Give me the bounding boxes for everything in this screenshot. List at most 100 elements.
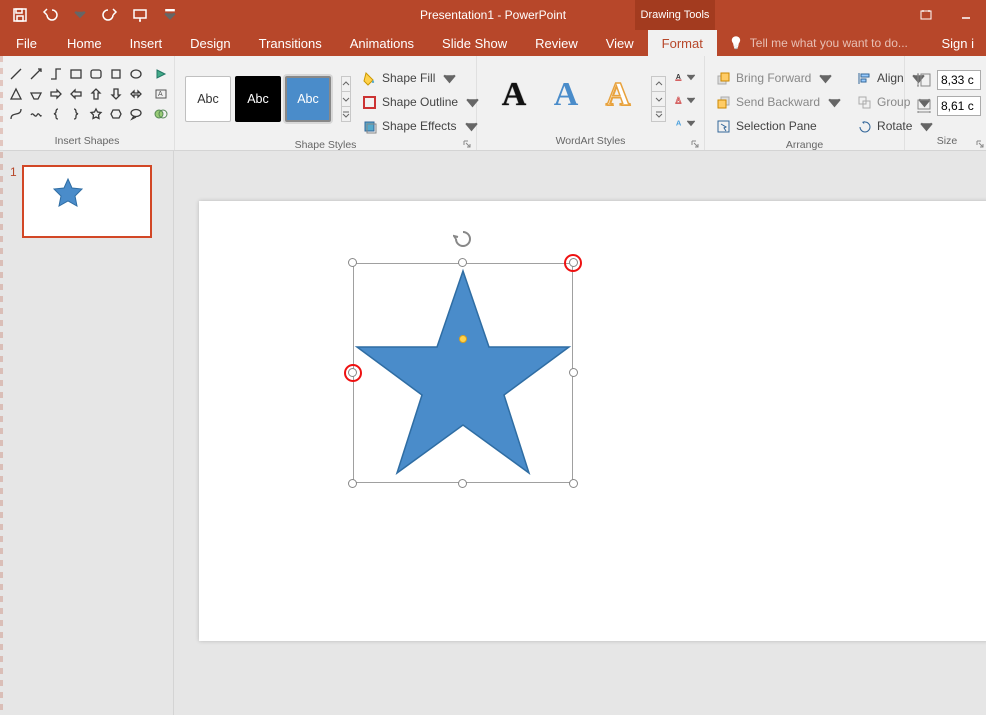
tab-slideshow[interactable]: Slide Show — [428, 30, 521, 56]
dialog-launcher-icon[interactable] — [975, 136, 986, 148]
group-size: 8,33 c 8,61 c Size — [905, 56, 986, 150]
shape-arrow-up-icon[interactable] — [86, 84, 105, 103]
merge-shapes-button[interactable] — [151, 104, 170, 123]
slide-thumbnail[interactable] — [22, 165, 152, 238]
selection-pane-button[interactable]: Selection Pane — [713, 114, 845, 138]
dialog-launcher-icon[interactable] — [462, 136, 474, 148]
shape-arrow-left-icon[interactable] — [66, 84, 85, 103]
resize-handle-tl[interactable] — [348, 258, 357, 267]
slide-canvas[interactable] — [199, 201, 986, 641]
shape-callout-icon[interactable] — [126, 104, 145, 123]
selected-shape[interactable] — [353, 263, 573, 483]
text-box-button[interactable]: A — [151, 84, 170, 103]
tab-animations[interactable]: Animations — [336, 30, 428, 56]
width-control[interactable]: 8,61 c — [915, 96, 981, 116]
redo-button[interactable] — [96, 1, 124, 29]
resize-handle-tc[interactable] — [458, 258, 467, 267]
shape-fill-button[interactable]: Shape Fill — [359, 66, 483, 90]
shape-roundrect-icon[interactable] — [86, 64, 105, 83]
tab-design[interactable]: Design — [176, 30, 244, 56]
height-input[interactable]: 8,33 c — [937, 70, 981, 90]
gallery-down-icon[interactable] — [652, 92, 665, 107]
start-slideshow-button[interactable] — [126, 1, 154, 29]
shape-style-gallery[interactable]: Abc Abc Abc — [179, 62, 337, 122]
rotation-handle[interactable] — [453, 229, 473, 249]
shape-rect-icon[interactable] — [66, 64, 85, 83]
shape-curve-icon[interactable] — [6, 104, 25, 123]
text-fill-button[interactable]: A — [674, 66, 696, 88]
text-outline-button[interactable]: A — [674, 89, 696, 111]
star-shape[interactable] — [353, 263, 573, 483]
shape-star-icon[interactable] — [86, 104, 105, 123]
shape-oval-icon[interactable] — [126, 64, 145, 83]
gallery-more-icon[interactable] — [342, 107, 350, 121]
style-preset-3[interactable]: Abc — [285, 76, 331, 122]
undo-dropdown[interactable] — [66, 1, 94, 29]
gallery-more-icon[interactable] — [652, 107, 665, 121]
tab-home[interactable]: Home — [53, 30, 116, 56]
shape-brace-right-icon[interactable] — [66, 104, 85, 123]
shape-brace-left-icon[interactable] — [46, 104, 65, 123]
shape-diamond-icon[interactable] — [26, 84, 45, 103]
wordart-scroll[interactable] — [651, 76, 666, 122]
edit-shape-button[interactable] — [151, 64, 170, 83]
shape-wave-icon[interactable] — [26, 104, 45, 123]
text-effects-button[interactable]: A — [674, 112, 696, 134]
tab-review[interactable]: Review — [521, 30, 592, 56]
adjustment-handle[interactable] — [459, 335, 467, 343]
gallery-up-icon[interactable] — [342, 77, 350, 92]
qat-customize[interactable] — [156, 1, 184, 29]
resize-handle-mr[interactable] — [569, 368, 578, 377]
shape-arrow-leftright-icon[interactable] — [126, 84, 145, 103]
resize-handle-br[interactable] — [569, 479, 578, 488]
signin-link[interactable]: Sign i — [929, 30, 986, 56]
height-control[interactable]: 8,33 c — [915, 70, 981, 90]
tab-format[interactable]: Format — [648, 30, 717, 56]
tab-file[interactable]: File — [0, 30, 53, 56]
send-backward-button[interactable]: Send Backward — [713, 90, 845, 114]
annotation-ring-2 — [344, 364, 362, 382]
undo-button[interactable] — [36, 1, 64, 29]
shapes-gallery[interactable] — [4, 62, 147, 125]
shape-triangle-icon[interactable] — [6, 84, 25, 103]
ribbon-options-button[interactable] — [906, 0, 946, 30]
gallery-up-icon[interactable] — [652, 77, 665, 92]
slide-edit-area[interactable] — [174, 151, 986, 715]
align-label: Align — [877, 71, 904, 85]
bring-forward-button[interactable]: Bring Forward — [713, 66, 845, 90]
shape-hexagon-icon[interactable] — [106, 104, 125, 123]
wordart-preset-1[interactable]: A — [493, 76, 535, 114]
group-wordart-styles: A A A A A A WordArt Styles — [477, 56, 705, 150]
shape-fill-label: Shape Fill — [382, 71, 435, 85]
tell-me-search[interactable]: Tell me what you want to do... — [717, 30, 930, 56]
shape-line-arrow-icon[interactable] — [26, 64, 45, 83]
slide-number: 1 — [10, 165, 17, 238]
save-button[interactable] — [6, 1, 34, 29]
wordart-preset-3[interactable]: A — [597, 76, 639, 114]
wordart-gallery[interactable]: A A A — [481, 62, 647, 114]
shape-outline-button[interactable]: Shape Outline — [359, 90, 483, 114]
group-shape-styles: Abc Abc Abc Shape Fill Shape Outline — [175, 56, 477, 150]
titlebar: Presentation1 - PowerPoint Drawing Tools — [0, 0, 986, 30]
group-arrange: Bring Forward Send Backward Selection Pa… — [705, 56, 905, 150]
tab-view[interactable]: View — [592, 30, 648, 56]
shape-line-icon[interactable] — [6, 64, 25, 83]
shape-effects-button[interactable]: Shape Effects — [359, 114, 483, 138]
tab-transitions[interactable]: Transitions — [245, 30, 336, 56]
gallery-down-icon[interactable] — [342, 92, 350, 107]
group-insert-shapes: A Insert Shapes — [0, 56, 175, 150]
style-preset-2[interactable]: Abc — [235, 76, 281, 122]
gallery-scroll[interactable] — [341, 76, 351, 122]
style-preset-1[interactable]: Abc — [185, 76, 231, 122]
dialog-launcher-icon[interactable] — [690, 136, 702, 148]
wordart-preset-2[interactable]: A — [545, 76, 587, 114]
shape-arrow-right-icon[interactable] — [46, 84, 65, 103]
minimize-button[interactable] — [946, 0, 986, 30]
resize-handle-bl[interactable] — [348, 479, 357, 488]
width-input[interactable]: 8,61 c — [937, 96, 981, 116]
shape-arrow-down-icon[interactable] — [106, 84, 125, 103]
shape-square-icon[interactable] — [106, 64, 125, 83]
resize-handle-bc[interactable] — [458, 479, 467, 488]
shape-connector-icon[interactable] — [46, 64, 65, 83]
tab-insert[interactable]: Insert — [116, 30, 177, 56]
